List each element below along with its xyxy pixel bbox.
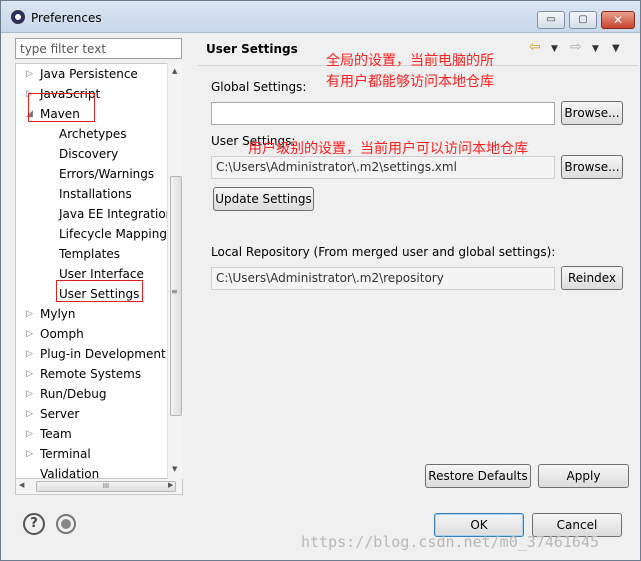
- restore-defaults-button[interactable]: Restore Defaults: [425, 464, 531, 488]
- tree-vertical-scrollbar[interactable]: ▲ ≡ ▼: [167, 63, 183, 479]
- tree-item-label: Terminal: [40, 447, 91, 461]
- user-browse-button[interactable]: Browse...: [561, 155, 623, 179]
- collapsed-arrow-icon[interactable]: ▷: [26, 304, 36, 324]
- maven-highlight-box: [28, 93, 95, 122]
- scroll-left-icon[interactable]: ◀: [19, 481, 24, 489]
- global-annotation-line1: 全局的设置，当前电脑的所: [326, 53, 494, 69]
- tree-item-label: Run/Debug: [40, 387, 107, 401]
- tree-item-label: Installations: [59, 187, 132, 201]
- local-repository-label: Local Repository (From merged user and g…: [211, 245, 556, 259]
- apply-button[interactable]: Apply: [538, 464, 629, 488]
- preferences-tree: ▷ Java Persistence ▷ JavaScript ◢ Maven Archet…: [15, 63, 183, 479]
- tree-item[interactable]: ▷ Java Persistence: [16, 64, 168, 84]
- tree-item[interactable]: Lifecycle Mapping: [16, 224, 168, 244]
- collapsed-arrow-icon[interactable]: ▷: [26, 364, 36, 384]
- forward-dropdown-icon[interactable]: ▼: [592, 44, 599, 54]
- tree-item[interactable]: Validation: [16, 464, 168, 479]
- tree-item[interactable]: Templates: [16, 244, 168, 264]
- tree-item-label: Remote Systems: [40, 367, 142, 381]
- collapsed-arrow-icon[interactable]: ▷: [26, 424, 36, 444]
- update-settings-button[interactable]: Update Settings: [213, 187, 314, 211]
- minimize-button[interactable]: ▭: [537, 11, 565, 29]
- local-repository-field[interactable]: C:\Users\Administrator\.m2\repository: [211, 267, 555, 290]
- collapsed-arrow-icon[interactable]: ▷: [26, 344, 36, 364]
- back-dropdown-icon[interactable]: ▼: [551, 44, 558, 54]
- global-annotation-line2: 有用户都能够访问本地仓库: [326, 74, 494, 90]
- page-title: User Settings: [206, 42, 298, 56]
- watermark-text: https://blog.csdn.net/m0_37461645: [301, 533, 600, 551]
- tree-item-label: Templates: [59, 247, 121, 261]
- view-menu-icon[interactable]: ▼: [612, 43, 620, 54]
- tree-item-label: Discovery: [59, 147, 119, 161]
- tree-item-label: Mylyn: [40, 307, 76, 321]
- tree-item[interactable]: ▷ Remote Systems: [16, 364, 168, 384]
- scroll-right-icon[interactable]: ▶: [168, 481, 173, 489]
- scroll-down-icon[interactable]: ▼: [172, 465, 177, 473]
- tree-item-label: Java Persistence: [40, 67, 138, 81]
- user-annotation: 用户级别的设置，当前用户可以访问本地仓库: [248, 141, 528, 157]
- tree-item[interactable]: ▷ Team: [16, 424, 168, 444]
- tree-item[interactable]: ▷ Run/Debug: [16, 384, 168, 404]
- reindex-button[interactable]: Reindex: [561, 266, 623, 290]
- tree-item-label: Errors/Warnings: [59, 167, 155, 181]
- tree-item-label: Server: [40, 407, 80, 421]
- preferences-window: Preferences ▭ ▢ ✕ ▷ Java Persistence ▷ Java…: [0, 0, 641, 561]
- collapsed-arrow-icon[interactable]: ▷: [26, 324, 36, 344]
- collapsed-arrow-icon[interactable]: ▷: [26, 384, 36, 404]
- tree-item-label: Team: [40, 427, 72, 441]
- back-arrow-icon[interactable]: ⇦: [529, 39, 541, 55]
- close-button[interactable]: ✕: [601, 11, 635, 29]
- user-settings-highlight-box: [56, 280, 143, 302]
- maximize-button[interactable]: ▢: [569, 11, 597, 29]
- collapsed-arrow-icon[interactable]: ▷: [26, 404, 36, 424]
- eclipse-app-icon: [11, 10, 25, 24]
- tree-item[interactable]: Archetypes: [16, 124, 168, 144]
- vertical-scroll-thumb[interactable]: [170, 176, 182, 416]
- record-macro-icon[interactable]: [56, 514, 76, 534]
- tree-item-label: Lifecycle Mapping: [59, 227, 167, 241]
- forward-arrow-icon[interactable]: ⇨: [570, 39, 582, 55]
- tree-item[interactable]: ▷ Terminal: [16, 444, 168, 464]
- global-browse-button[interactable]: Browse...: [561, 101, 623, 125]
- global-settings-field[interactable]: [211, 102, 555, 125]
- tree-item[interactable]: Java EE Integration: [16, 204, 173, 224]
- tree-item-label: Plug-in Development: [40, 347, 166, 361]
- scroll-up-icon[interactable]: ▲: [172, 67, 177, 75]
- tree-horizontal-scrollbar[interactable]: ◀ III ▶: [15, 479, 183, 495]
- collapsed-arrow-icon[interactable]: ▷: [26, 444, 36, 464]
- global-settings-label: Global Settings:: [211, 80, 307, 94]
- horizontal-scroll-thumb[interactable]: III: [36, 481, 176, 492]
- title-bar: Preferences ▭ ▢ ✕: [1, 1, 640, 33]
- tree-item-label: Validation: [40, 467, 100, 479]
- filter-input[interactable]: [15, 38, 182, 59]
- window-title: Preferences: [31, 11, 102, 25]
- tree-item[interactable]: Discovery: [16, 144, 168, 164]
- tree-item[interactable]: ▷ Oomph: [16, 324, 168, 344]
- help-icon[interactable]: ?: [23, 513, 45, 535]
- collapsed-arrow-icon[interactable]: ▷: [26, 64, 36, 84]
- tree-item[interactable]: ▷ Mylyn: [16, 304, 168, 324]
- tree-item-label: Archetypes: [59, 127, 127, 141]
- tree-item[interactable]: ▷ Plug-in Development: [16, 344, 168, 364]
- tree-item-label: Java EE Integration: [59, 207, 174, 221]
- tree-item[interactable]: Errors/Warnings: [16, 164, 168, 184]
- tree-item-label: Oomph: [40, 327, 84, 341]
- tree-item[interactable]: ▷ Server: [16, 404, 168, 424]
- scroll-grip-icon: ≡: [171, 287, 178, 296]
- tree-item[interactable]: Installations: [16, 184, 168, 204]
